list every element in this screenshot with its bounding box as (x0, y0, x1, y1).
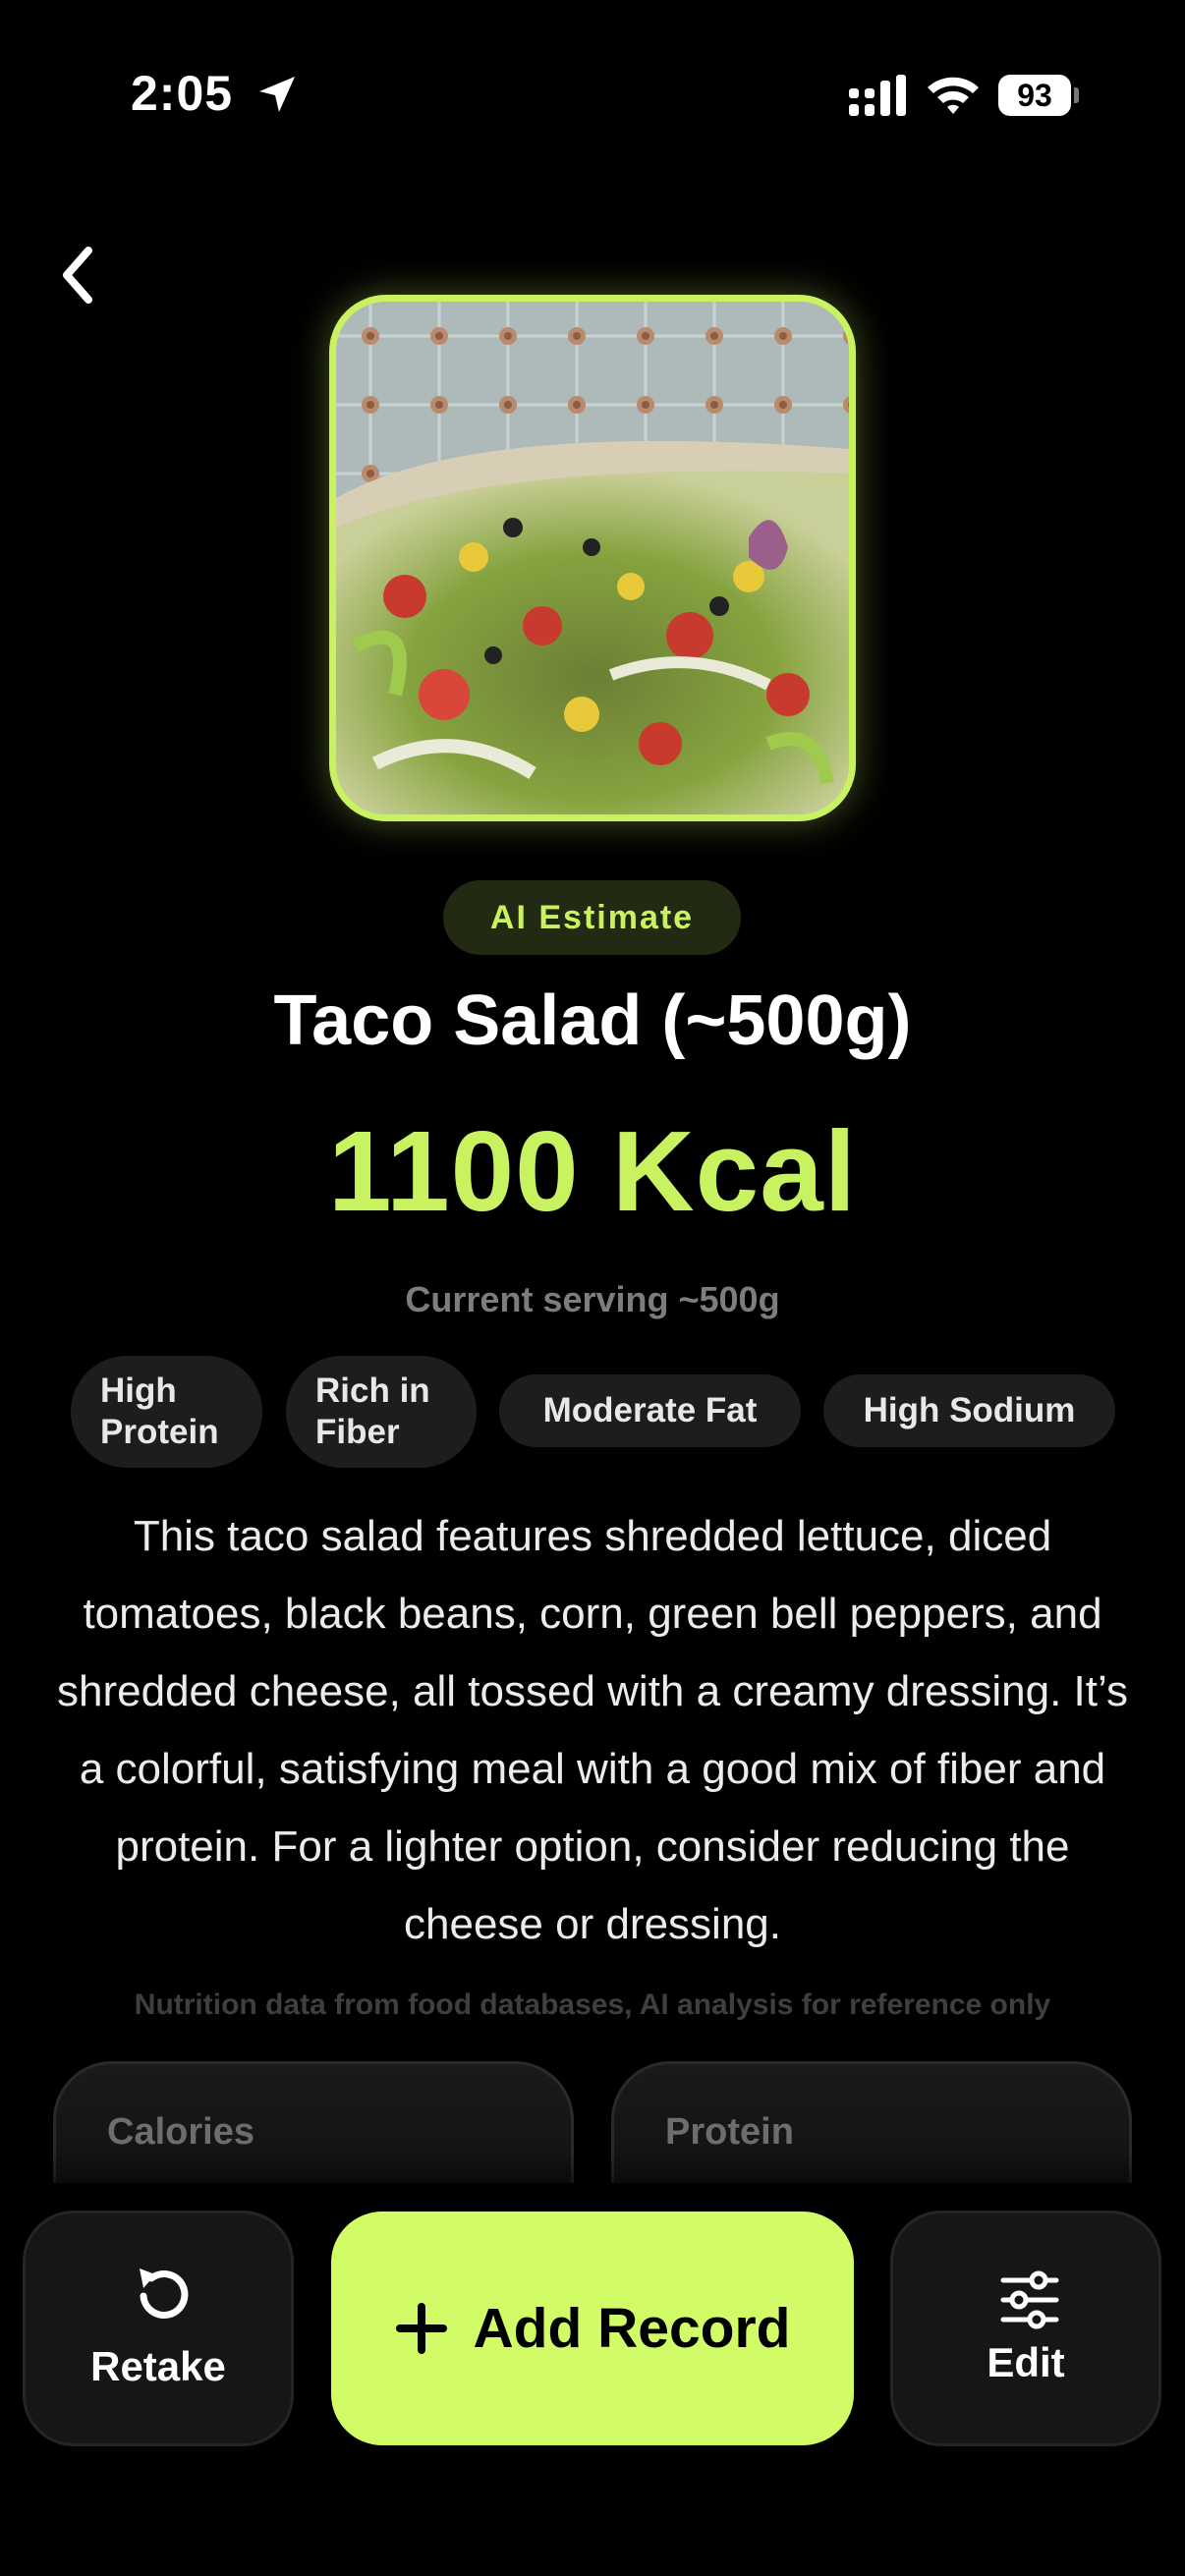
rotate-ccw-icon (140, 2268, 189, 2319)
calorie-total: 1100 Kcal (328, 1107, 857, 1235)
add-record-label: Add Record (473, 2297, 791, 2360)
location-arrow-icon (259, 77, 295, 112)
nutrition-disclaimer: Nutrition data from food databases, AI a… (134, 1988, 1051, 2021)
add-record-button[interactable]: Add Record (331, 2212, 854, 2445)
cellular-signal-icon (849, 75, 906, 116)
retake-button[interactable]: Retake (23, 2211, 294, 2446)
retake-label: Retake (90, 2343, 226, 2389)
status-bar: 2:05 93 (0, 0, 1185, 192)
wifi-icon (928, 77, 979, 114)
tag-high-sodium: High Sodium (823, 1374, 1115, 1447)
edit-button[interactable]: Edit (890, 2211, 1161, 2446)
sliders-icon (1000, 2270, 1059, 2329)
calories-card-label: Calories (107, 2111, 254, 2153)
food-description: This taco salad features shredded lettuc… (57, 1512, 1128, 1948)
food-title: Taco Salad (~500g) (273, 981, 912, 1060)
protein-card-label: Protein (665, 2111, 794, 2153)
edit-label: Edit (987, 2339, 1065, 2385)
food-photo (329, 295, 856, 821)
serving-size: Current serving ~500g (405, 1279, 780, 1319)
back-button[interactable] (49, 241, 108, 309)
battery-indicator: 93 (998, 75, 1079, 116)
status-time: 2:05 (131, 66, 234, 121)
tag-rich-in-fiber: Rich in Fiber (286, 1356, 477, 1468)
taco-salad-image (336, 302, 849, 814)
battery-level: 93 (998, 75, 1071, 116)
battery-cap (1074, 87, 1079, 103)
plus-icon (396, 2303, 448, 2354)
tag-high-protein: High Protein (71, 1356, 262, 1468)
ai-estimate-badge: AI Estimate (443, 880, 741, 955)
tag-moderate-fat: Moderate Fat (499, 1374, 801, 1447)
